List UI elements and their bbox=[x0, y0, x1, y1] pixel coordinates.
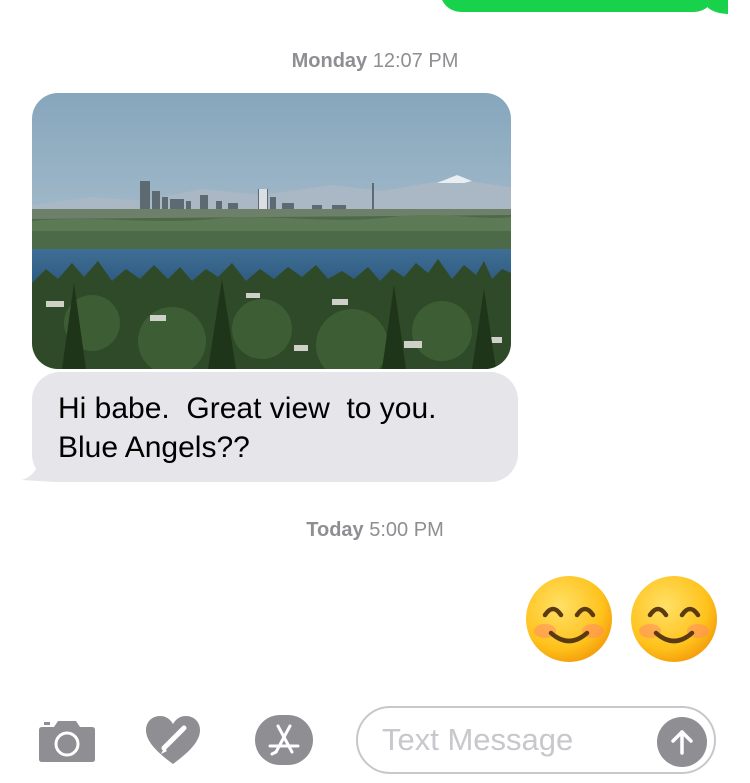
app-store-icon bbox=[255, 715, 313, 765]
timestamp-monday: Monday 12:07 PM bbox=[0, 50, 750, 73]
timestamp-time: 5:00 PM bbox=[369, 519, 444, 541]
digital-touch-button[interactable] bbox=[140, 708, 206, 772]
heart-digital-touch-icon bbox=[146, 716, 200, 764]
smiling-face-emoji[interactable] bbox=[630, 575, 718, 663]
timestamp-time: 12:07 PM bbox=[372, 50, 459, 72]
timestamp-today: Today 5:00 PM bbox=[0, 519, 750, 542]
app-store-button[interactable] bbox=[250, 708, 318, 772]
received-text-message[interactable]: Hi babe. Great view to you. Blue Angels?… bbox=[32, 372, 518, 482]
received-photo-message[interactable] bbox=[32, 93, 511, 369]
message-text-line: Hi babe. Great view to you. bbox=[58, 392, 437, 425]
sent-bubble-tail bbox=[704, 0, 728, 14]
smiling-face-emoji[interactable] bbox=[525, 575, 613, 663]
message-input[interactable] bbox=[382, 708, 652, 772]
arrow-up-icon bbox=[671, 730, 693, 755]
timestamp-day: Monday bbox=[291, 50, 368, 72]
timestamp-day: Today bbox=[306, 519, 364, 541]
sent-message-bubble-partial[interactable] bbox=[440, 0, 715, 12]
camera-button[interactable] bbox=[34, 708, 100, 772]
camera-icon bbox=[39, 721, 95, 762]
photo-city-skyline-lake bbox=[32, 93, 511, 369]
message-input-container[interactable] bbox=[356, 706, 716, 774]
send-button[interactable] bbox=[657, 717, 707, 767]
message-text-line: Blue Angels?? bbox=[58, 431, 250, 464]
